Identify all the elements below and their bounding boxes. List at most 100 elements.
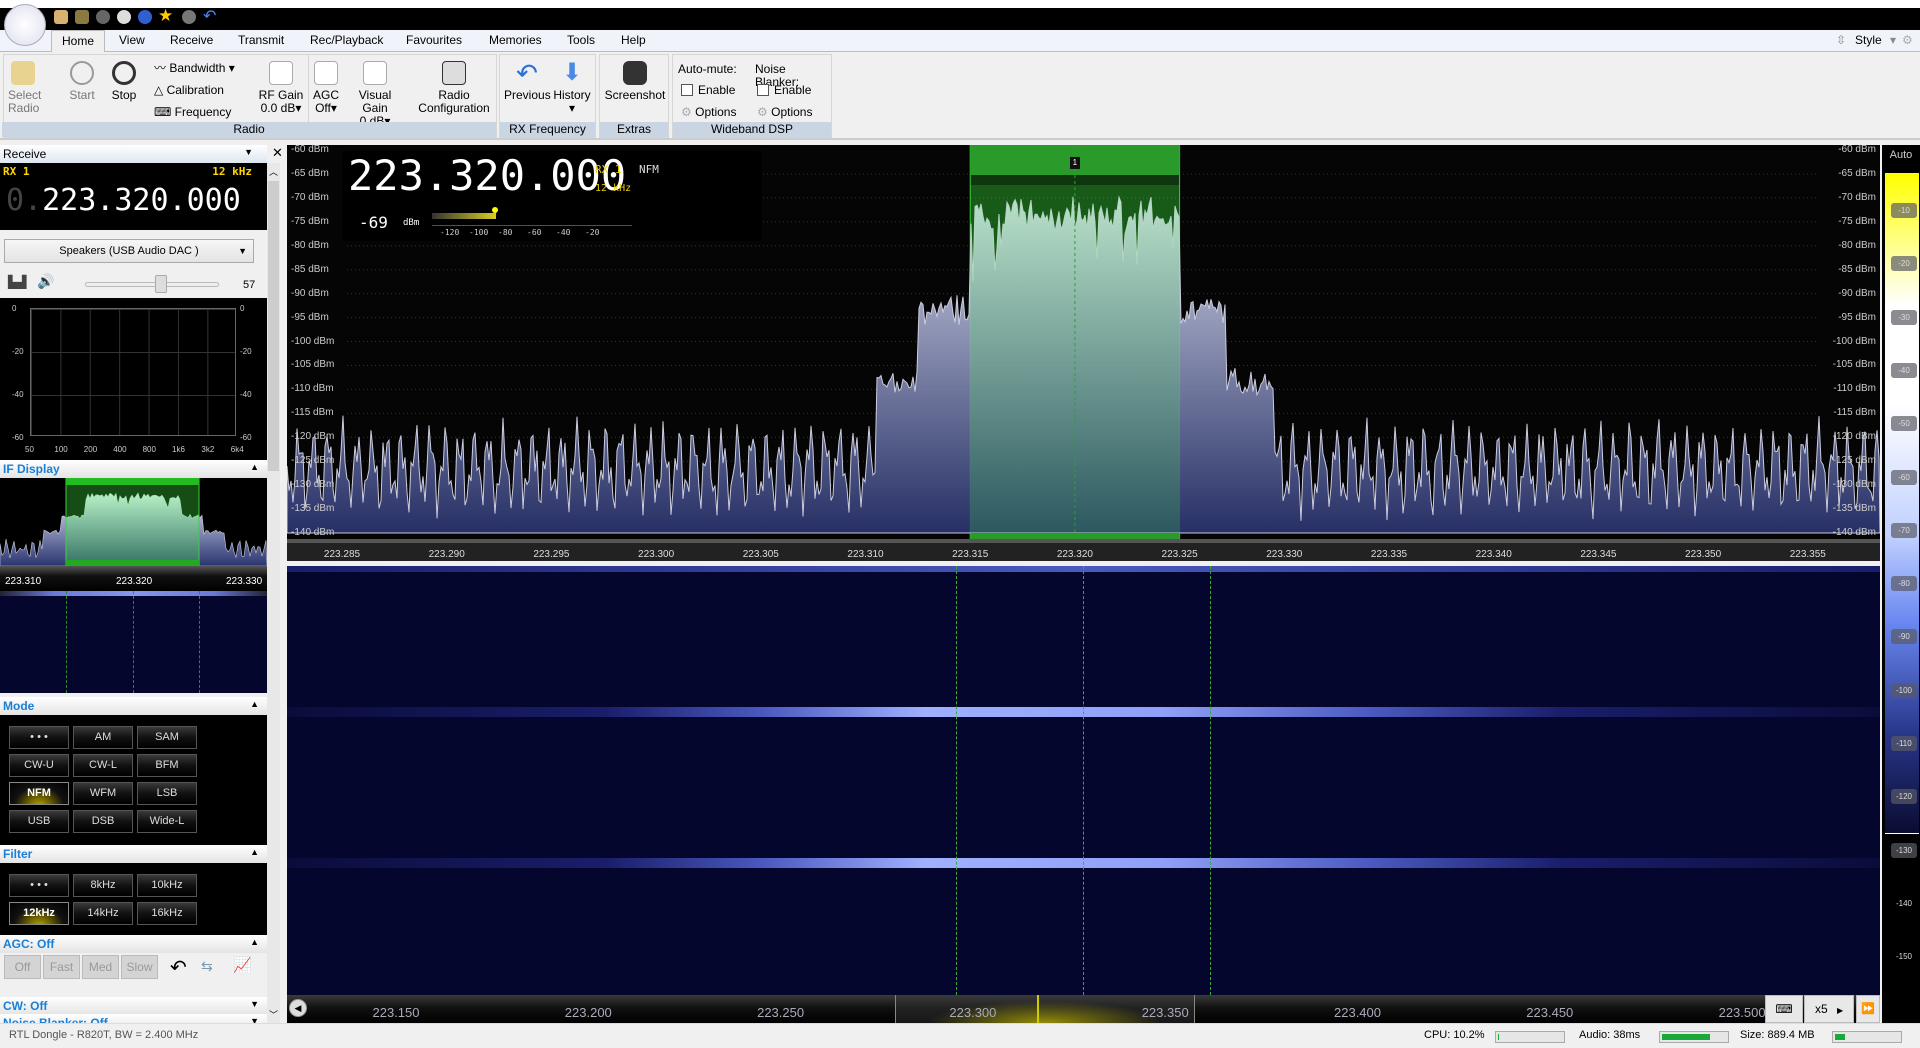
left-panel-scrollbar[interactable]: ︿ ﹀ [267, 163, 280, 1023]
agc-med-button[interactable]: Med [82, 955, 119, 979]
spectrum-display[interactable]: -60 dBm -60 dBm -65 dBm -65 dBm -70 dBm -70 d… [287, 144, 1880, 561]
zoom-select[interactable]: x5 ▶ [1804, 995, 1854, 1023]
auto-button[interactable]: Auto [1882, 149, 1920, 165]
waterfall-frequency-axis[interactable]: ◀ 223.150 223.200 223.250 223.300 223.350 223… [287, 995, 1880, 1023]
radio-configuration-button[interactable]: Radio Configuration [415, 61, 493, 115]
visual-gain-button[interactable]: Visual Gain 0 dB▾ [345, 61, 405, 128]
mode-header[interactable]: Mode ▲ [0, 697, 267, 715]
audio-x-label: 3k2 [201, 445, 215, 454]
mode-button[interactable]: NFM [9, 782, 69, 805]
filter-button[interactable]: • • • [9, 874, 69, 897]
stop-icon[interactable] [117, 10, 131, 24]
auto-mute-options-button[interactable]: ⚙ Options [681, 106, 736, 119]
mode-button[interactable]: AM [73, 726, 133, 749]
volume-slider[interactable] [85, 282, 219, 287]
agc-button[interactable]: AGC Off▾ [311, 61, 341, 115]
filter-button[interactable]: 12kHz [9, 902, 69, 925]
audio-device-select[interactable]: Speakers (USB Audio DAC ) ▼ [4, 239, 254, 263]
agc-off-button[interactable]: Off [4, 955, 41, 979]
filter-button[interactable]: 16kHz [137, 902, 197, 925]
agc-header[interactable]: AGC: Off ▲ [0, 935, 267, 953]
waterfall-axis-label: 223.500 [1718, 1005, 1766, 1020]
filter-button[interactable]: 10kHz [137, 874, 197, 897]
mode-button[interactable]: • • • [9, 726, 69, 749]
style-menu[interactable]: Style [1855, 33, 1882, 47]
stop-button[interactable]: Stop [106, 61, 142, 102]
mode-button[interactable]: CW-L [73, 754, 133, 777]
cw-header[interactable]: CW: Off ▼ [0, 997, 267, 1015]
if-display-header[interactable]: IF Display ▲ [0, 460, 267, 478]
frequency-button[interactable]: ⌨ Frequency [154, 106, 231, 119]
mode-button[interactable]: WFM [73, 782, 133, 805]
mode-button[interactable]: BFM [137, 754, 197, 777]
db-label: -140 dBm [291, 527, 335, 538]
history-button[interactable]: ⬇ History ▾ [550, 61, 594, 115]
passband-center [1083, 566, 1084, 995]
tab-home[interactable]: Home [51, 30, 106, 53]
speaker-icon[interactable]: 🔊 [37, 273, 54, 290]
scroll-right-button[interactable]: ⏩ [1856, 995, 1880, 1023]
bandwidth-button[interactable]: 〰 Bandwidth ▾ [154, 62, 235, 75]
mode-button[interactable]: LSB [137, 782, 197, 805]
gear-icon: ⚙ [757, 105, 768, 119]
calibration-button[interactable]: △ Calibration [154, 84, 224, 97]
noise-blanker-options-button[interactable]: ⚙ Options [757, 106, 812, 119]
tab-favourites[interactable]: Favourites [406, 33, 462, 47]
filter-header[interactable]: Filter ▲ [0, 845, 267, 863]
folder-icon [11, 61, 35, 85]
tab-help[interactable]: Help [621, 33, 646, 47]
add-icon[interactable] [138, 10, 152, 24]
tab-view[interactable]: View [119, 33, 145, 47]
tab-rec-playback[interactable]: Rec/Playback [310, 33, 383, 47]
camera-icon[interactable] [182, 10, 196, 24]
rx-frequency-display[interactable]: RX 1 12 kHz 0.223.320.000 [0, 163, 267, 230]
chart-icon[interactable]: 📈 [233, 956, 252, 974]
mode-button[interactable]: DSB [73, 810, 133, 833]
db-label-right: -105 dBm [1832, 359, 1876, 371]
tab-memories[interactable]: Memories [489, 33, 542, 47]
agc-fast-button[interactable]: Fast [43, 955, 80, 979]
equalizer-icon[interactable]: ▙▟ [8, 275, 26, 289]
mode-button[interactable]: SAM [137, 726, 197, 749]
play-icon[interactable] [96, 10, 110, 24]
app-menu-button[interactable] [4, 4, 46, 46]
dropdown-icon[interactable]: ▼ [244, 147, 253, 157]
favourite-star-icon[interactable]: ★ [158, 6, 173, 26]
waterfall-display[interactable] [287, 566, 1880, 995]
db-label: -125 dBm [291, 455, 335, 467]
rf-gain-button[interactable]: RF Gain 0.0 dB▾ [258, 61, 304, 115]
folder-icon[interactable] [75, 10, 89, 24]
home-icon[interactable] [54, 10, 68, 24]
audio-x-label: 400 [113, 445, 127, 454]
chevron-down-icon[interactable]: ▾ [1890, 33, 1896, 47]
agc-slow-button[interactable]: Slow [121, 955, 158, 979]
undo-icon[interactable]: ↶ [203, 6, 216, 26]
keyboard-icon[interactable]: ⌨ [1765, 995, 1803, 1023]
scroll-left-button[interactable]: ◀ [289, 999, 307, 1017]
mode-button[interactable]: CW-U [9, 754, 69, 777]
auto-mute-enable-checkbox[interactable]: Enable [681, 84, 735, 97]
scroll-icon[interactable]: ⇳ [1836, 33, 1846, 47]
tab-receive[interactable]: Receive [170, 33, 213, 47]
previous-button[interactable]: ↶ Previous [504, 60, 551, 102]
select-radio-button[interactable]: Select Radio [8, 61, 41, 115]
filter-button[interactable]: 14kHz [73, 902, 133, 925]
start-button[interactable]: Start [64, 61, 100, 102]
mode-button[interactable]: Wide-L [137, 810, 197, 833]
volume-slider-thumb[interactable] [155, 275, 168, 293]
mode-button[interactable]: USB [9, 810, 69, 833]
tab-tools[interactable]: Tools [567, 33, 595, 47]
vfo-marker[interactable]: 1 [1069, 157, 1080, 169]
tab-transmit[interactable]: Transmit [238, 33, 284, 47]
db-label: -75 dBm [291, 215, 329, 227]
screenshot-button[interactable]: Screenshot [602, 61, 668, 102]
waterfall-colorbar[interactable]: Auto -10 -20 -30 -40 -50 -60 -70 -80 -90 -100 -110… [1882, 145, 1920, 1023]
close-icon[interactable]: ✕ [272, 145, 283, 161]
undo-icon[interactable]: ↶ [170, 955, 187, 980]
noise-blanker-enable-checkbox[interactable]: Enable [757, 84, 811, 97]
ribbon: Select Radio Start Stop 〰 Bandwidth ▾ △ … [0, 52, 1920, 140]
settings-icon[interactable]: ⇆ [201, 958, 213, 975]
filter-button[interactable]: 8kHz [73, 874, 133, 897]
gear-icon[interactable]: ⚙ [1902, 33, 1913, 47]
if-display-spectrum[interactable] [0, 478, 267, 566]
